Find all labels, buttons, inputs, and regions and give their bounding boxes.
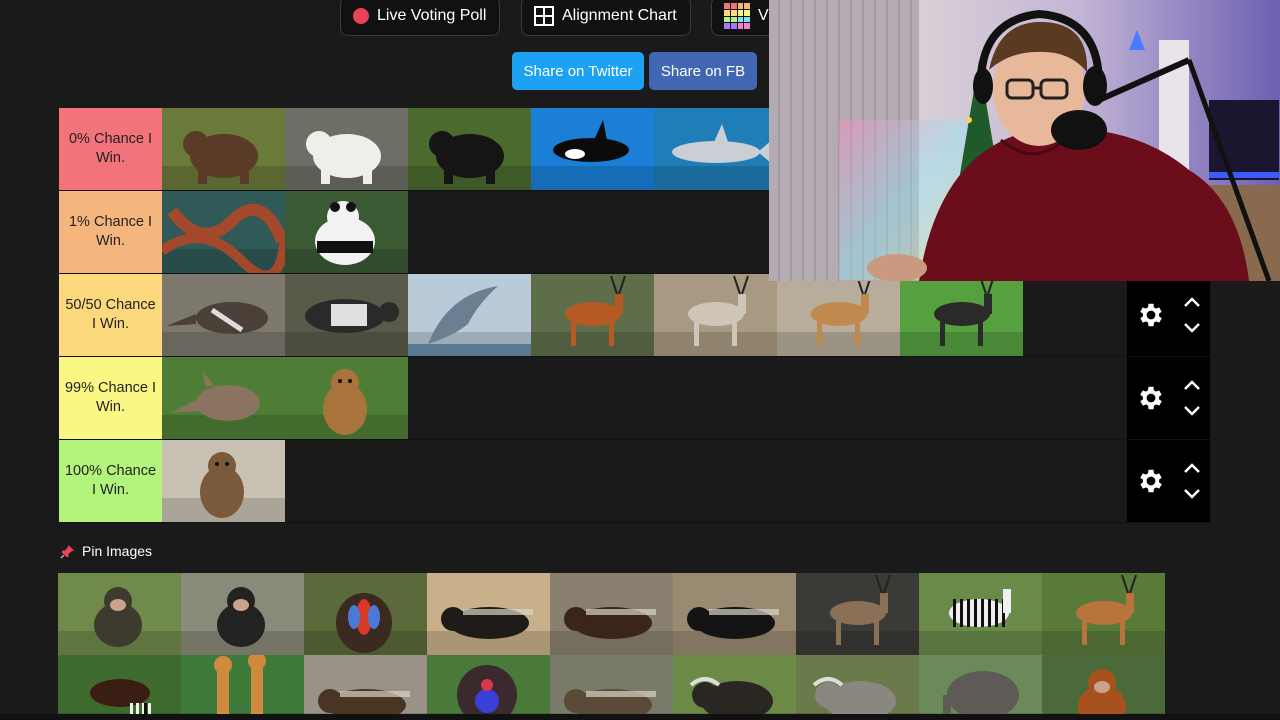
wolverine-image[interactable] — [550, 573, 673, 655]
polar-bear-image[interactable] — [285, 108, 408, 190]
tier-controls — [1127, 440, 1210, 522]
bongo-image[interactable] — [531, 274, 654, 356]
gear-icon[interactable] — [1136, 466, 1166, 496]
grid-icon — [534, 6, 554, 26]
chevron-down-icon[interactable] — [1182, 403, 1202, 419]
groundhog-image[interactable] — [162, 440, 285, 522]
chevron-up-icon[interactable] — [1182, 377, 1202, 393]
share-facebook-button[interactable]: Share on FB — [649, 52, 757, 90]
tapir-image[interactable] — [285, 274, 408, 356]
chevron-down-icon[interactable] — [1182, 320, 1202, 336]
okapi-image[interactable] — [58, 655, 181, 720]
tier-colors-icon — [724, 3, 750, 29]
chevron-up-icon[interactable] — [1182, 294, 1202, 310]
tasmanian-devil-image[interactable] — [673, 573, 796, 655]
axis-deer-image[interactable] — [1042, 573, 1165, 655]
live-voting-poll-label: Live Voting Poll — [377, 7, 487, 24]
gear-icon[interactable] — [1136, 300, 1166, 330]
oryx-image[interactable] — [654, 274, 777, 356]
streamer-webcam-overlay — [769, 0, 1280, 281]
alignment-chart-button[interactable]: Alignment Chart — [521, 0, 691, 36]
tier-row: 50/50 Chance I Win. — [59, 274, 1210, 357]
octopus-image[interactable] — [162, 191, 285, 273]
aardvark-image[interactable] — [162, 357, 285, 439]
tier-items — [162, 274, 1210, 356]
tier-row: 100% Chance I Win. — [59, 440, 1210, 523]
tier-items — [162, 440, 1210, 522]
tier-controls — [1127, 357, 1210, 439]
tier-maker-page: Live Voting Poll Alignment Chart Vi Shar… — [0, 0, 1280, 720]
image-pool — [58, 573, 1170, 720]
pin-images-toggle[interactable]: Pin Images — [60, 543, 152, 559]
alignment-chart-label: Alignment Chart — [562, 7, 677, 24]
giant-panda-image[interactable] — [285, 191, 408, 273]
honey-badger-image[interactable] — [427, 573, 550, 655]
tier-label[interactable]: 99% Chance I Win. — [59, 357, 162, 439]
pin-images-label: Pin Images — [82, 543, 153, 559]
tier-label[interactable]: 50/50 Chance I Win. — [59, 274, 162, 356]
chevron-down-icon[interactable] — [1182, 486, 1202, 502]
mandrill-image[interactable] — [304, 573, 427, 655]
tier-controls — [1127, 274, 1210, 356]
deer-image[interactable] — [796, 573, 919, 655]
gibbons-image[interactable] — [58, 573, 181, 655]
mink-image[interactable] — [304, 655, 427, 720]
grizzly-bear-image[interactable] — [162, 108, 285, 190]
orca-image[interactable] — [531, 108, 654, 190]
dolphin-image[interactable] — [408, 274, 531, 356]
page-bottom-edge — [0, 714, 1280, 720]
giant-anteater-image[interactable] — [162, 274, 285, 356]
chevron-up-icon[interactable] — [1182, 460, 1202, 476]
gazelle-image[interactable] — [777, 274, 900, 356]
orangutan-image[interactable] — [1042, 655, 1165, 720]
pushpin-icon — [60, 544, 75, 559]
live-voting-poll-button[interactable]: Live Voting Poll — [340, 0, 500, 36]
chimpanzee-image[interactable] — [181, 573, 304, 655]
share-twitter-button[interactable]: Share on Twitter — [512, 52, 644, 90]
zebra-image[interactable] — [919, 573, 1042, 655]
tier-label[interactable]: 1% Chance I Win. — [59, 191, 162, 273]
cape-buffalo-image[interactable] — [673, 655, 796, 720]
tier-label[interactable]: 100% Chance I Win. — [59, 440, 162, 522]
giraffes-image[interactable] — [181, 655, 304, 720]
gear-icon[interactable] — [1136, 383, 1166, 413]
prairie-dog-image[interactable] — [285, 357, 408, 439]
blackbuck-image[interactable] — [900, 274, 1023, 356]
elephant-image[interactable] — [919, 655, 1042, 720]
great-white-shark-image[interactable] — [654, 108, 777, 190]
record-dot-icon — [353, 8, 369, 24]
black-bear-image[interactable] — [408, 108, 531, 190]
rhinoceros-image[interactable] — [796, 655, 919, 720]
otter-image[interactable] — [550, 655, 673, 720]
tier-row: 99% Chance I Win. — [59, 357, 1210, 440]
tier-items — [162, 357, 1210, 439]
tier-label[interactable]: 0% Chance I Win. — [59, 108, 162, 190]
turkey-image[interactable] — [427, 655, 550, 720]
